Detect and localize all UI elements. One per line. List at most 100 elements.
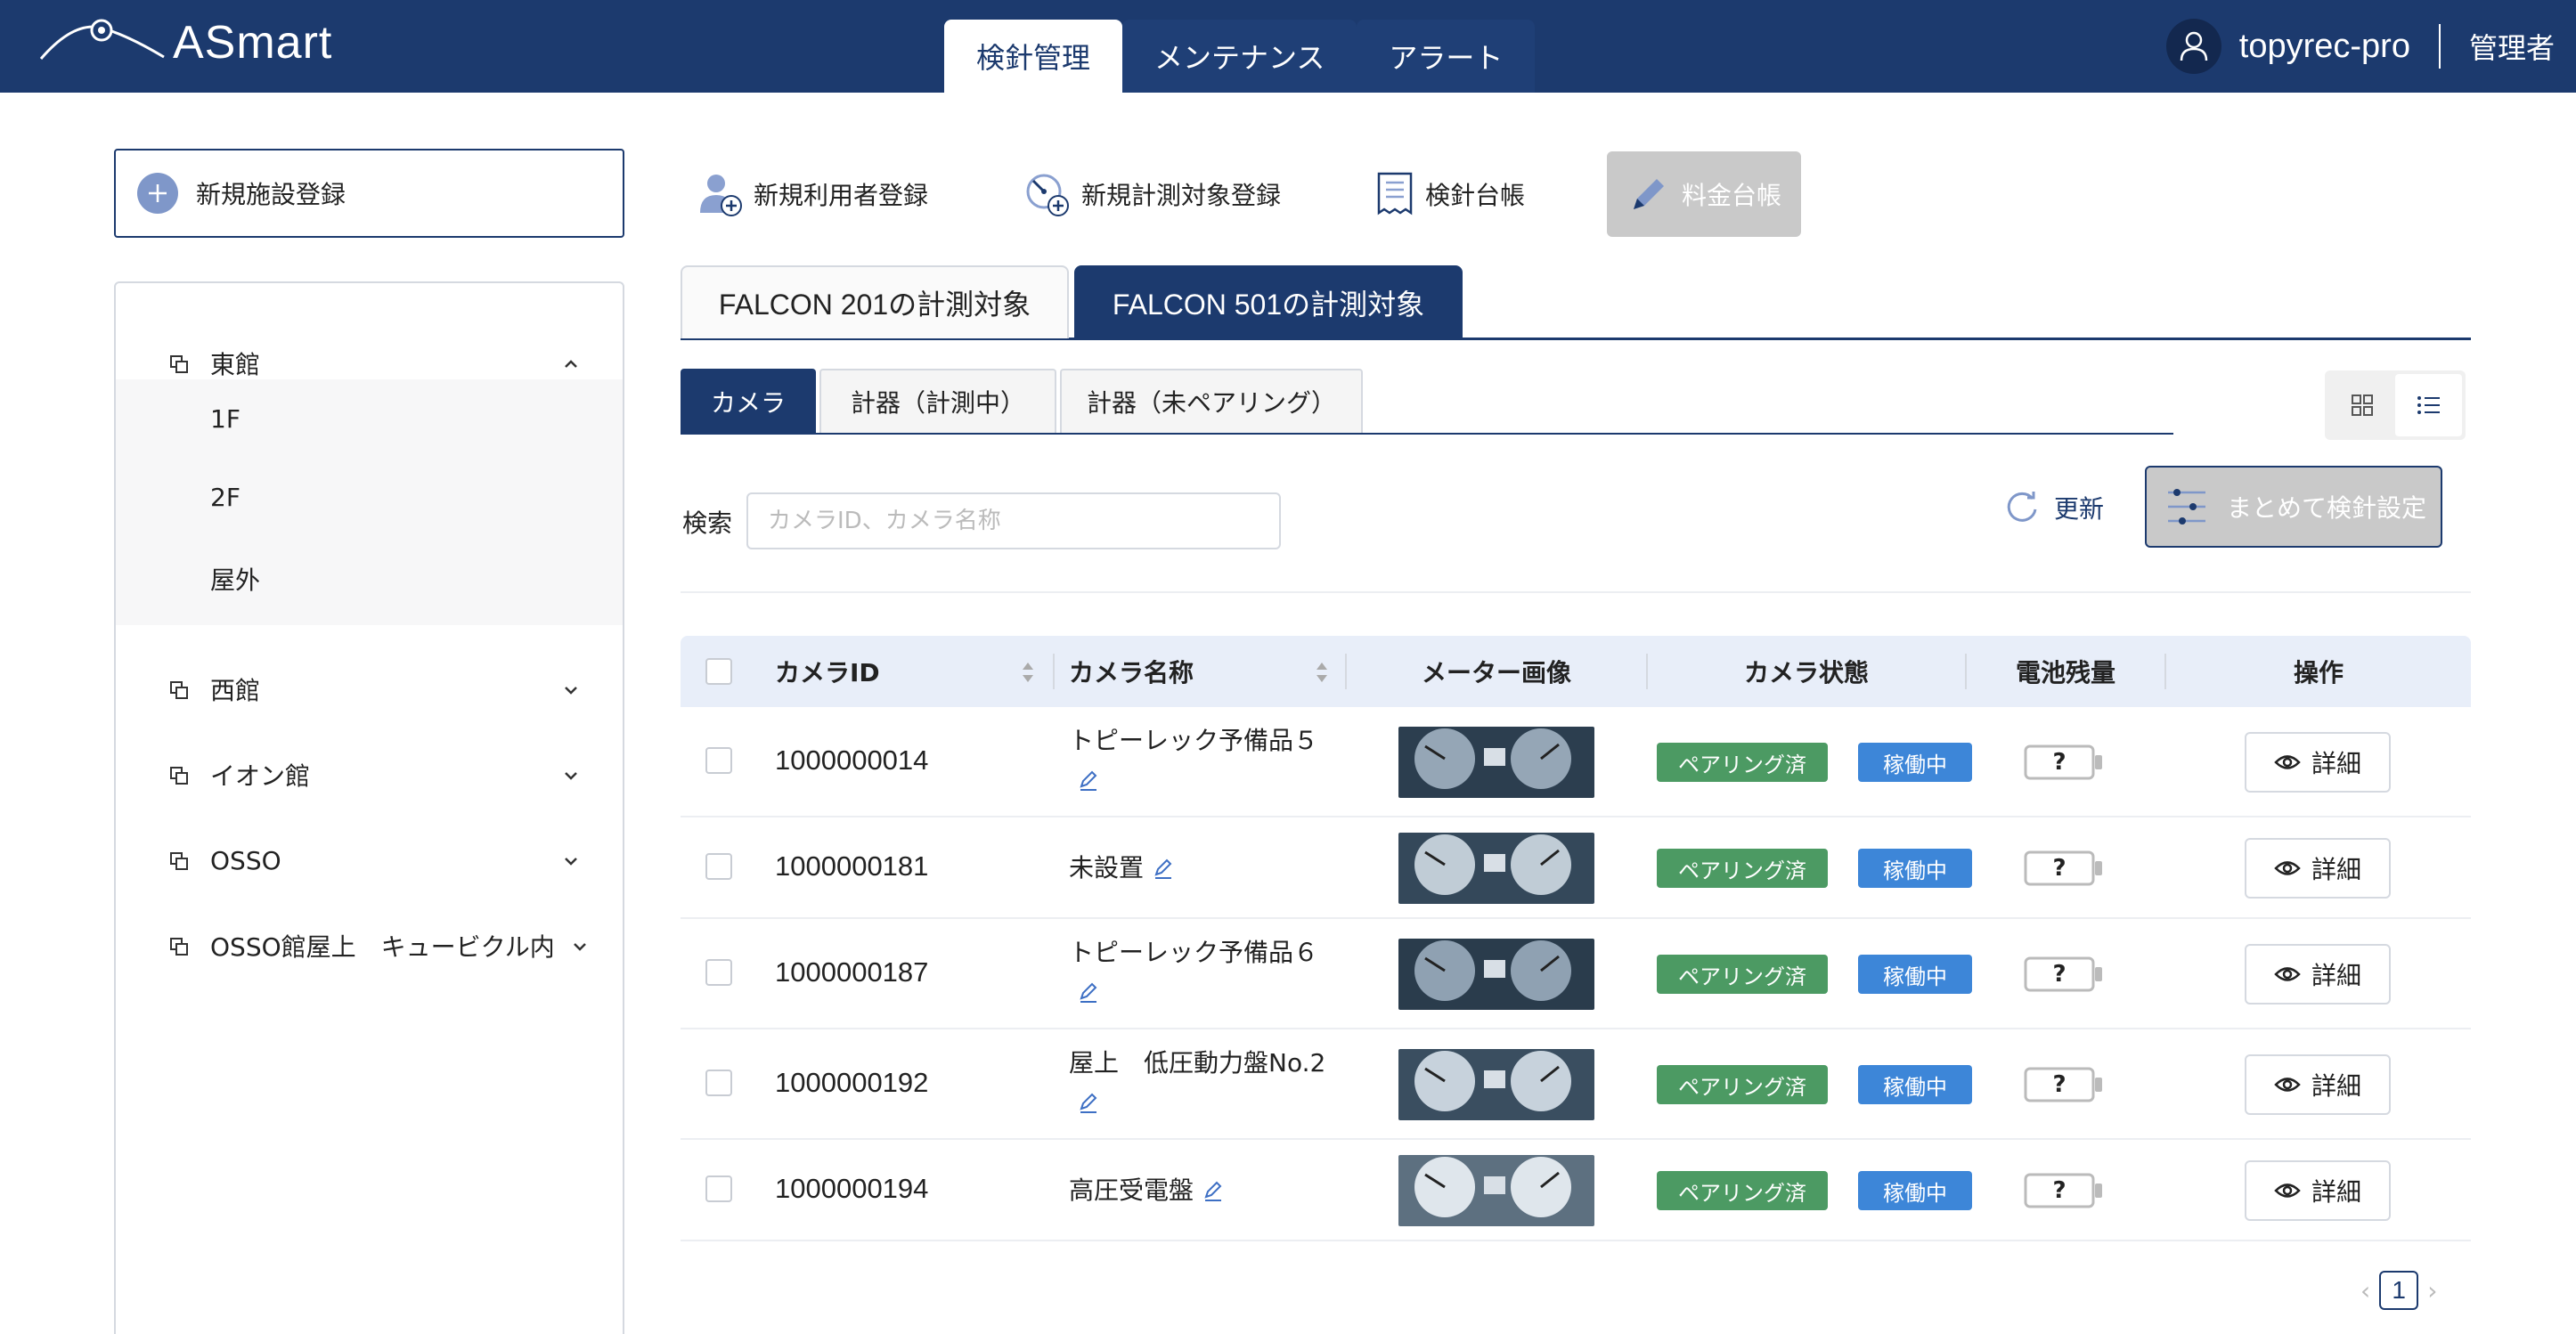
tree-child-2f[interactable]: 2F	[210, 483, 240, 512]
user-avatar-icon[interactable]	[2165, 19, 2221, 74]
camera-name-value: トピーレック予備品６	[1069, 938, 1319, 967]
tab-camera[interactable]: カメラ	[681, 369, 816, 433]
battery-value: ?	[2052, 961, 2067, 988]
chevron-down-icon[interactable]	[561, 680, 581, 700]
battery-indicator: ?	[2024, 1173, 2102, 1208]
detail-label: 詳細	[2311, 1177, 2361, 1207]
nav-tab-maintenance[interactable]: メンテナンス	[1122, 20, 1357, 93]
grid-icon	[2351, 395, 2373, 416]
search-input[interactable]	[746, 492, 1281, 549]
operation-status-badge: 稼働中	[1858, 849, 1972, 888]
row-checkbox-cell	[705, 1175, 732, 1202]
tree-node-west[interactable]: 西館	[116, 661, 623, 718]
edit-icon[interactable]	[1078, 1093, 1099, 1114]
row-checkbox-cell	[705, 853, 732, 880]
chevron-up-icon[interactable]	[561, 354, 581, 374]
tree-child-outdoor[interactable]: 屋外	[210, 561, 260, 597]
meter-image[interactable]	[1398, 833, 1594, 904]
new-user-button[interactable]: 新規利用者登録	[698, 151, 928, 237]
camera-name: 未設置	[1069, 849, 1174, 888]
sort-icon[interactable]	[1313, 659, 1331, 686]
tab-falcon-501[interactable]: FALCON 501の計測対象	[1074, 265, 1463, 338]
list-view-button[interactable]	[2395, 374, 2462, 436]
add-meter-icon	[1026, 174, 1069, 216]
detail-button[interactable]: 詳細	[2245, 1160, 2391, 1221]
new-target-label: 新規計測対象登録	[1081, 181, 1282, 210]
detail-label: 詳細	[2311, 1071, 2361, 1101]
current-page[interactable]: 1	[2379, 1271, 2419, 1310]
building-icon	[170, 767, 188, 785]
detail-button[interactable]: 詳細	[2245, 1054, 2391, 1115]
detail-button[interactable]: 詳細	[2245, 944, 2391, 1005]
eye-icon	[2274, 861, 2301, 875]
main-nav: 検針管理 メンテナンス アラート	[944, 20, 1536, 93]
tab-meter-unpaired[interactable]: 計器（未ペアリング）	[1060, 369, 1363, 433]
bulk-setting-label: まとめて検針設定	[2227, 493, 2427, 523]
bulk-setting-button[interactable]: まとめて検針設定	[2145, 466, 2442, 548]
camera-name-text: トピーレック予備品６	[1069, 933, 1318, 1012]
app-logo[interactable]: ASmart	[39, 11, 360, 82]
battery-value: ?	[2052, 749, 2067, 776]
tree-node-label: OSSO館屋上 キュービクル内	[210, 932, 555, 962]
meter-image[interactable]	[1398, 939, 1594, 1010]
new-facility-button[interactable]: 新規施設登録	[114, 149, 624, 238]
add-user-icon	[700, 175, 742, 216]
tree-child-1f[interactable]: 1F	[210, 404, 240, 434]
chevron-down-icon[interactable]	[561, 851, 581, 871]
meter-image[interactable]	[1398, 727, 1594, 798]
new-facility-label: 新規施設登録	[196, 180, 346, 209]
header-camera-name[interactable]: カメラ名称	[1069, 636, 1194, 707]
new-target-button[interactable]: 新規計測対象登録	[1024, 151, 1281, 237]
section-divider	[681, 591, 2471, 593]
tree-node-osso[interactable]: OSSO	[116, 832, 623, 889]
meter-thumbnail-icon	[1398, 833, 1594, 904]
sort-icon[interactable]	[1019, 659, 1037, 686]
select-all-checkbox[interactable]	[705, 658, 732, 685]
tab-meter-measuring[interactable]: 計器（計測中）	[819, 369, 1056, 433]
next-page-icon[interactable]: ›	[2427, 1276, 2437, 1306]
refresh-button[interactable]: 更新	[2004, 481, 2104, 534]
row-checkbox[interactable]	[705, 853, 732, 880]
edit-icon[interactable]	[1078, 770, 1099, 792]
user-name[interactable]: topyrec-pro	[2239, 28, 2410, 66]
chevron-down-icon[interactable]	[561, 766, 581, 785]
detail-button[interactable]: 詳細	[2245, 732, 2391, 793]
tab-falcon-201[interactable]: FALCON 201の計測対象	[681, 265, 1069, 338]
row-checkbox[interactable]	[705, 1070, 732, 1096]
header-camera-id[interactable]: カメラID	[775, 636, 880, 707]
prev-page-icon[interactable]: ‹	[2360, 1276, 2370, 1306]
camera-name: 高圧受電盤	[1069, 1171, 1224, 1210]
row-checkbox[interactable]	[705, 747, 732, 774]
pairing-status-badge: ペアリング済	[1657, 955, 1828, 994]
ledger-button[interactable]: 検針台帳	[1375, 151, 1525, 237]
fee-ledger-button[interactable]: 料金台帳	[1607, 151, 1802, 237]
tree-node-aeon[interactable]: イオン館	[116, 746, 623, 803]
eye-icon	[2274, 755, 2301, 769]
grid-view-button[interactable]	[2328, 374, 2395, 436]
battery-indicator: ?	[2024, 956, 2102, 992]
edit-icon[interactable]	[1153, 858, 1174, 880]
pairing-status-badge: ペアリング済	[1657, 1065, 1828, 1104]
row-checkbox[interactable]	[705, 959, 732, 986]
edit-icon[interactable]	[1202, 1181, 1224, 1202]
app-logo-text: ASmart	[173, 17, 333, 69]
sliders-icon	[2168, 489, 2205, 525]
nav-tab-meter-reading[interactable]: 検針管理	[944, 20, 1123, 93]
table-row: 1000000194 高圧受電盤 ペアリング済 稼働中? 詳細	[681, 1140, 2471, 1241]
tree-node-osso-rooftop[interactable]: OSSO館屋上 キュービクル内	[116, 917, 623, 974]
meter-thumbnail-icon	[1398, 1155, 1594, 1226]
header-camera-status: カメラ状態	[1743, 658, 1869, 687]
table-header: カメラID カメラ名称 メーター画像 カメラ状態 電池残量 操作	[681, 636, 2471, 707]
meter-image[interactable]	[1398, 1049, 1594, 1120]
battery-value: ?	[2052, 1177, 2067, 1204]
meter-image[interactable]	[1398, 1155, 1594, 1226]
camera-name-text: 屋上 低圧動力盤No.2	[1069, 1044, 1325, 1122]
nav-tab-alert[interactable]: アラート	[1357, 20, 1536, 93]
detail-button[interactable]: 詳細	[2245, 838, 2391, 899]
row-checkbox[interactable]	[705, 1175, 732, 1202]
chevron-down-icon[interactable]	[570, 937, 590, 956]
header-meter-image: メーター画像	[1421, 658, 1571, 687]
edit-icon[interactable]	[1078, 982, 1099, 1004]
operation-status-badge: 稼働中	[1858, 743, 1972, 782]
eye-icon	[2274, 1078, 2301, 1092]
